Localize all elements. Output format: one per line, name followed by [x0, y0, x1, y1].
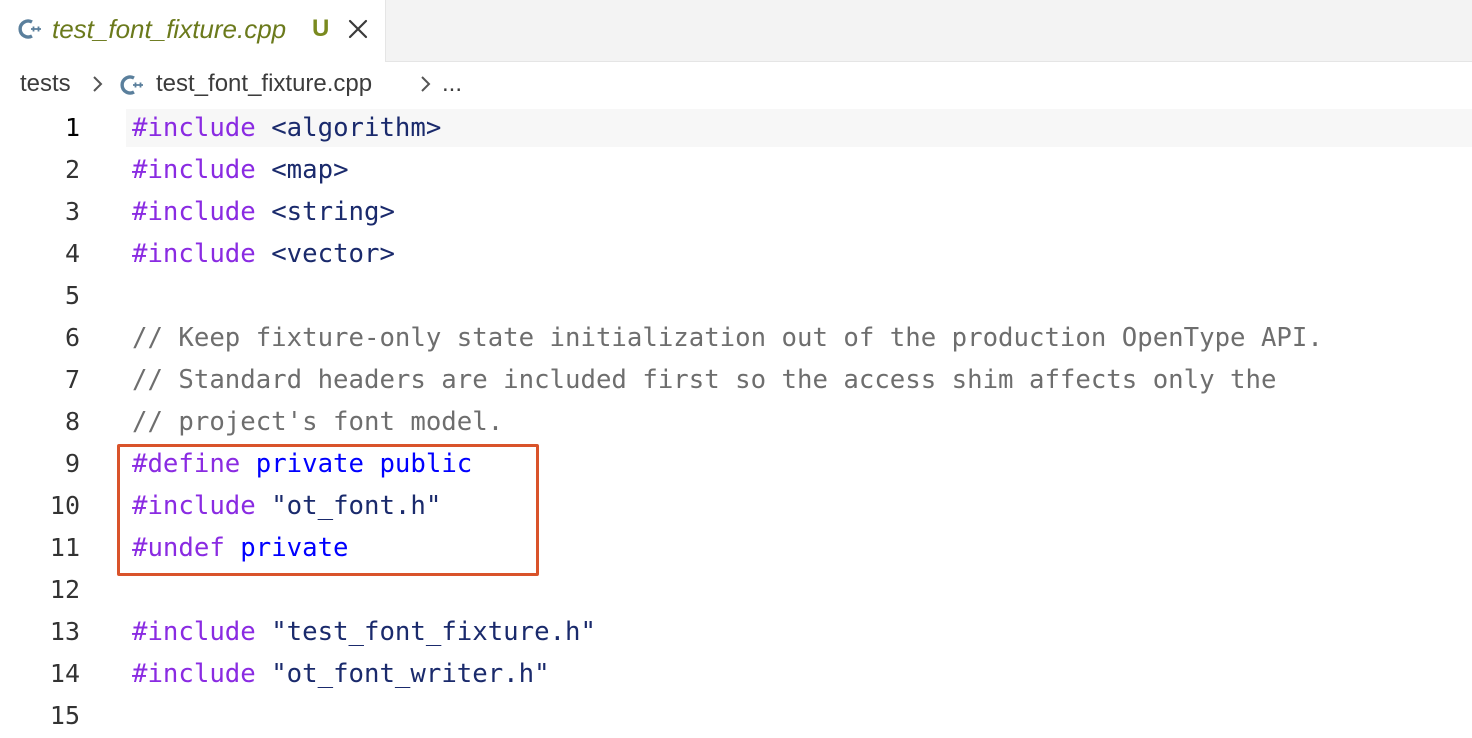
tab-bar: test_font_fixture.cpp U — [0, 0, 1472, 62]
tab-title: test_font_fixture.cpp — [52, 14, 287, 44]
code-text: #include <algorithm> — [132, 107, 441, 149]
code-text: // project's font model. — [132, 401, 503, 443]
code-line[interactable]: 4 #include <vector> — [0, 233, 1472, 275]
line-number: 14 — [49, 659, 80, 688]
line-number: 12 — [49, 575, 80, 604]
line-number: 10 — [49, 491, 80, 520]
code-token: // Keep fixture-only state initializatio… — [132, 323, 1323, 353]
code-token: #include — [132, 617, 256, 647]
code-text: #include "test_font_fixture.h" — [132, 611, 596, 653]
line-number: 7 — [64, 365, 80, 394]
code-line[interactable]: 1 #include <algorithm> — [0, 107, 1472, 149]
breadcrumb: tests test_font_fixture.cpp ... — [0, 62, 1472, 106]
code-text: #include <string> — [132, 191, 395, 233]
code-token: // Standard headers are included first s… — [132, 365, 1277, 395]
code-token: <algorithm> — [271, 113, 442, 143]
code-editor[interactable]: 1 #include <algorithm> 2 #include <map> 3 #in… — [0, 106, 1472, 738]
line-number: 4 — [64, 239, 80, 268]
code-text: #include <map> — [132, 149, 349, 191]
line-number: 13 — [49, 617, 80, 646]
code-line[interactable]: 7 // Standard headers are included first … — [0, 359, 1472, 401]
code-token: #include — [132, 113, 256, 143]
code-token: "ot_font_writer.h" — [271, 659, 550, 689]
code-line[interactable]: 15 — [0, 695, 1472, 737]
breadcrumb-more[interactable]: ... — [442, 69, 462, 99]
code-line[interactable]: 6 // Keep fixture-only state initializati… — [0, 317, 1472, 359]
line-number: 5 — [64, 281, 80, 310]
close-icon[interactable] — [346, 17, 370, 41]
code-token: // project's font model. — [132, 407, 504, 437]
highlight-annotation-box — [117, 444, 539, 576]
code-token: #include — [132, 239, 256, 269]
code-line[interactable]: 3 #include <string> — [0, 191, 1472, 233]
code-token: <vector> — [271, 239, 395, 269]
code-line[interactable]: 13 #include "test_font_fixture.h" — [0, 611, 1472, 653]
code-line[interactable]: 5 — [0, 275, 1472, 317]
cpp-file-icon — [120, 75, 143, 95]
chevron-right-icon — [421, 76, 431, 92]
chevron-right-icon — [93, 76, 103, 92]
code-line[interactable]: 8 // project's font model. — [0, 401, 1472, 443]
code-token: <string> — [271, 197, 395, 227]
code-token: "test_font_fixture.h" — [271, 617, 596, 647]
tab-test-font-fixture[interactable]: test_font_fixture.cpp U — [0, 0, 386, 62]
code-text: // Keep fixture-only state initializatio… — [132, 317, 1323, 359]
line-number: 3 — [64, 197, 80, 226]
cpp-file-icon — [18, 19, 41, 39]
breadcrumb-folder[interactable]: tests — [20, 69, 71, 99]
line-number: 15 — [49, 701, 80, 730]
code-text: #include <vector> — [132, 233, 395, 275]
breadcrumb-file[interactable]: test_font_fixture.cpp — [156, 69, 372, 99]
line-number: 8 — [64, 407, 80, 436]
code-token: #include — [132, 197, 256, 227]
code-line[interactable]: 14 #include "ot_font_writer.h" — [0, 653, 1472, 695]
code-line[interactable]: 2 #include <map> — [0, 149, 1472, 191]
code-text: // Standard headers are included first s… — [132, 359, 1276, 401]
line-number: 9 — [64, 449, 80, 478]
line-number: 6 — [64, 323, 80, 352]
line-number: 11 — [49, 533, 80, 562]
code-token: #include — [132, 155, 256, 185]
untracked-status-badge: U — [312, 15, 330, 42]
line-number: 2 — [64, 155, 80, 184]
code-text: #include "ot_font_writer.h" — [132, 653, 550, 695]
code-token: <map> — [271, 155, 349, 185]
code-token: #include — [132, 659, 256, 689]
line-number: 1 — [64, 113, 80, 142]
